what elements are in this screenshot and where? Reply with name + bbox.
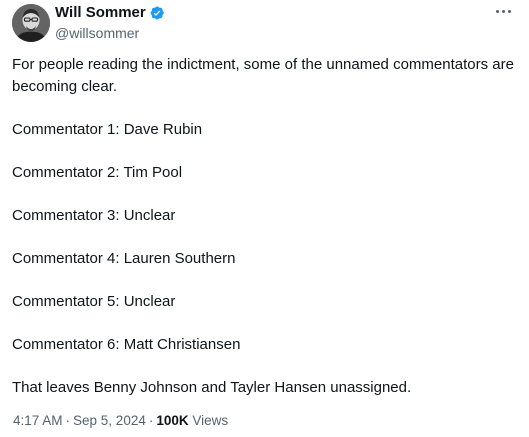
tweet-date[interactable]: Sep 5, 2024	[73, 413, 146, 428]
avatar-photo-icon	[12, 4, 50, 42]
tweet-paragraph: Commentator 3: Unclear	[12, 206, 176, 224]
tweet-paragraph: That leaves Benny Johnson and Tayler Han…	[12, 378, 412, 396]
author-name-row: Will Sommer	[55, 4, 165, 22]
meta-separator: ·	[148, 413, 154, 428]
author-handle[interactable]: @willsommer	[55, 24, 165, 42]
tweet-time[interactable]: 4:17 AM	[13, 413, 63, 428]
more-options-icon[interactable]	[491, 2, 515, 20]
author-display-name[interactable]: Will Sommer	[55, 4, 146, 22]
more-dot	[501, 9, 505, 13]
tweet-paragraph: Commentator 5: Unclear	[12, 292, 176, 310]
tweet-card: Will Sommer @willsommer For people readi…	[0, 0, 529, 437]
tweet-paragraph: Commentator 4: Lauren Southern	[12, 249, 236, 267]
verified-badge-icon[interactable]	[149, 5, 165, 21]
more-dot	[495, 9, 499, 13]
meta-separator: ·	[65, 413, 71, 428]
views-count[interactable]: 100K	[156, 413, 188, 428]
avatar[interactable]	[12, 4, 50, 42]
tweet-paragraph: Commentator 2: Tim Pool	[12, 163, 183, 181]
tweet-metadata: 4:17 AM · Sep 5, 2024 · 100K Views	[13, 412, 228, 430]
tweet-text: For people reading the indictment, some …	[12, 54, 522, 420]
views-label[interactable]: Views	[192, 413, 228, 428]
author-block: Will Sommer @willsommer	[55, 4, 165, 42]
tweet-paragraph: Commentator 1: Dave Rubin	[12, 120, 203, 138]
tweet-paragraph: For people reading the indictment, some …	[12, 56, 514, 95]
tweet-paragraph: Commentator 6: Matt Christiansen	[12, 335, 241, 353]
more-dot	[507, 9, 511, 13]
